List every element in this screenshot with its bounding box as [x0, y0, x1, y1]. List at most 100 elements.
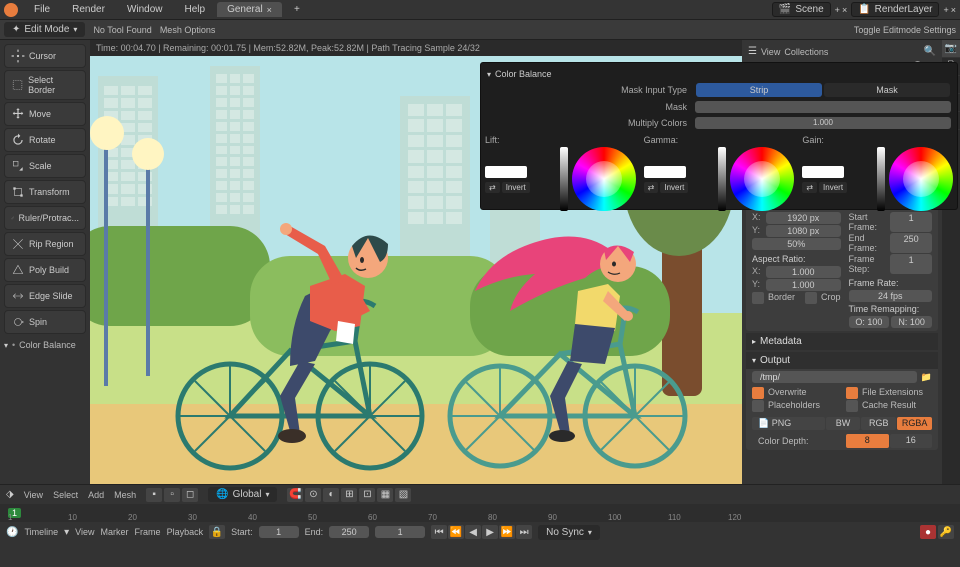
lift-value-slider[interactable]: [560, 147, 568, 211]
tool-edge-slide[interactable]: Edge Slide: [4, 284, 86, 308]
timeline-options-icon[interactable]: ▾: [64, 527, 69, 538]
fps[interactable]: 24 fps: [849, 290, 932, 302]
timeline-view[interactable]: View: [75, 527, 94, 537]
fileext-check[interactable]: [846, 387, 858, 399]
tool-select-border[interactable]: Select Border: [4, 70, 86, 100]
mask-slider[interactable]: [695, 101, 951, 113]
depth-16[interactable]: 16: [890, 434, 933, 448]
menu-render[interactable]: Render: [62, 2, 115, 17]
crop-check[interactable]: [805, 292, 817, 304]
renderlayer-selector[interactable]: 📋 RenderLayer: [851, 2, 939, 17]
next-key-icon[interactable]: ⏩: [499, 525, 515, 539]
cb-collapse-icon[interactable]: ▾: [487, 70, 491, 79]
editor-type-icon[interactable]: ⬗: [6, 489, 14, 500]
timeline-marker[interactable]: Marker: [101, 527, 129, 537]
overlay-3-icon[interactable]: ⊡: [359, 488, 375, 502]
select-menu[interactable]: Select: [53, 490, 78, 500]
gamma-value-slider[interactable]: [718, 147, 726, 211]
depth-8[interactable]: 8: [846, 434, 889, 448]
frame-step[interactable]: 1: [890, 254, 932, 274]
lift-swap-icon[interactable]: ⇄: [485, 182, 500, 193]
tab-render-icon[interactable]: 📷: [942, 40, 960, 58]
lock-icon[interactable]: 🔒: [209, 525, 225, 539]
jump-end-icon[interactable]: ⏭: [516, 525, 532, 539]
overlay-5-icon[interactable]: ▧: [395, 488, 411, 502]
lift-invert[interactable]: Invert: [502, 182, 530, 193]
mesh-options-label[interactable]: Mesh Options: [160, 25, 216, 35]
multiply-slider[interactable]: 1.000: [695, 117, 951, 129]
tool-cursor[interactable]: Cursor: [4, 44, 86, 68]
search-icon[interactable]: 🔍: [924, 46, 936, 57]
close-icon[interactable]: ×: [267, 5, 272, 15]
overlay-4-icon[interactable]: ▦: [377, 488, 393, 502]
aspect-x[interactable]: 1.000: [766, 266, 841, 278]
remap-o[interactable]: O: 100: [849, 316, 890, 328]
layer-add[interactable]: +: [943, 5, 948, 15]
timeline-frame[interactable]: Frame: [135, 527, 161, 537]
jump-start-icon[interactable]: ⏮: [431, 525, 447, 539]
outliner-collections[interactable]: Collections: [784, 47, 828, 57]
sel-mode-1[interactable]: ▪: [146, 488, 162, 502]
tool-move[interactable]: Move: [4, 102, 86, 126]
layer-remove[interactable]: ×: [951, 5, 956, 15]
res-y[interactable]: 1080 px: [766, 225, 841, 237]
orientation[interactable]: 🌐Global▾: [208, 487, 277, 502]
timeline-editor-icon[interactable]: 🕐: [6, 527, 18, 538]
timeline-current[interactable]: 1: [375, 526, 425, 538]
gain-color[interactable]: [802, 166, 844, 178]
view-menu[interactable]: View: [24, 490, 43, 500]
mode-selector[interactable]: ✦ Edit Mode ▾: [4, 22, 85, 37]
tool-scale[interactable]: Scale: [4, 154, 86, 178]
keying-set-icon[interactable]: 🔑: [938, 525, 954, 539]
autokey-icon[interactable]: ●: [920, 525, 936, 539]
sel-mode-3[interactable]: ◻: [182, 488, 198, 502]
prev-key-icon[interactable]: ⏪: [448, 525, 464, 539]
gamma-invert[interactable]: Invert: [660, 182, 688, 193]
format-rgba[interactable]: RGBA: [897, 417, 932, 430]
aspect-y[interactable]: 1.000: [766, 279, 841, 291]
scene-selector[interactable]: 🎬 Scene: [772, 2, 831, 17]
gain-invert[interactable]: Invert: [819, 182, 847, 193]
tool-rip-region[interactable]: Rip Region: [4, 232, 86, 256]
format-rgb[interactable]: RGB: [861, 417, 896, 430]
timeline-playback[interactable]: Playback: [167, 527, 204, 537]
overwrite-check[interactable]: [752, 387, 764, 399]
mask-strip-toggle[interactable]: Strip: [696, 83, 822, 97]
pivot-icon[interactable]: ⊙: [305, 488, 321, 502]
mesh-menu[interactable]: Mesh: [114, 490, 136, 500]
snap-icon[interactable]: 🧲: [287, 488, 303, 502]
workspace-tab-general[interactable]: General ×: [217, 2, 282, 17]
border-check[interactable]: [752, 292, 764, 304]
start-frame[interactable]: 1: [890, 212, 932, 232]
format-bw[interactable]: BW: [826, 417, 861, 430]
sel-mode-2[interactable]: ▫: [164, 488, 180, 502]
scene-add[interactable]: +: [835, 5, 840, 15]
gamma-color[interactable]: [644, 166, 686, 178]
remap-n[interactable]: N: 100: [891, 316, 932, 328]
add-menu[interactable]: Add: [88, 490, 104, 500]
folder-icon[interactable]: 📁: [921, 372, 932, 383]
format-png[interactable]: 📄 PNG: [752, 417, 825, 430]
toggle-editmode-label[interactable]: Toggle Editmode Settings: [854, 25, 956, 35]
gain-swap-icon[interactable]: ⇄: [802, 182, 817, 193]
tool-rotate[interactable]: Rotate: [4, 128, 86, 152]
output-header[interactable]: ▾Output: [746, 352, 938, 369]
placeholder-check[interactable]: [752, 400, 764, 412]
cache-check[interactable]: [846, 400, 858, 412]
gamma-wheel[interactable]: [730, 147, 794, 211]
scene-remove[interactable]: ×: [842, 5, 847, 15]
outliner-view[interactable]: View: [761, 47, 780, 57]
end-frame[interactable]: 250: [890, 233, 932, 253]
lift-wheel[interactable]: [572, 147, 636, 211]
timeline-start[interactable]: 1: [259, 526, 299, 538]
sync-mode[interactable]: No Sync▾: [538, 525, 600, 540]
collapse-icon[interactable]: ▾: [4, 341, 8, 350]
gamma-swap-icon[interactable]: ⇄: [644, 182, 659, 193]
tool-spin[interactable]: Spin: [4, 310, 86, 334]
play-rev-icon[interactable]: ◀: [465, 525, 481, 539]
add-workspace-button[interactable]: +: [284, 2, 310, 17]
play-icon[interactable]: ▶: [482, 525, 498, 539]
tool-poly-build[interactable]: Poly Build: [4, 258, 86, 282]
timeline-end[interactable]: 250: [329, 526, 369, 538]
mask-mask-toggle[interactable]: Mask: [824, 83, 950, 97]
